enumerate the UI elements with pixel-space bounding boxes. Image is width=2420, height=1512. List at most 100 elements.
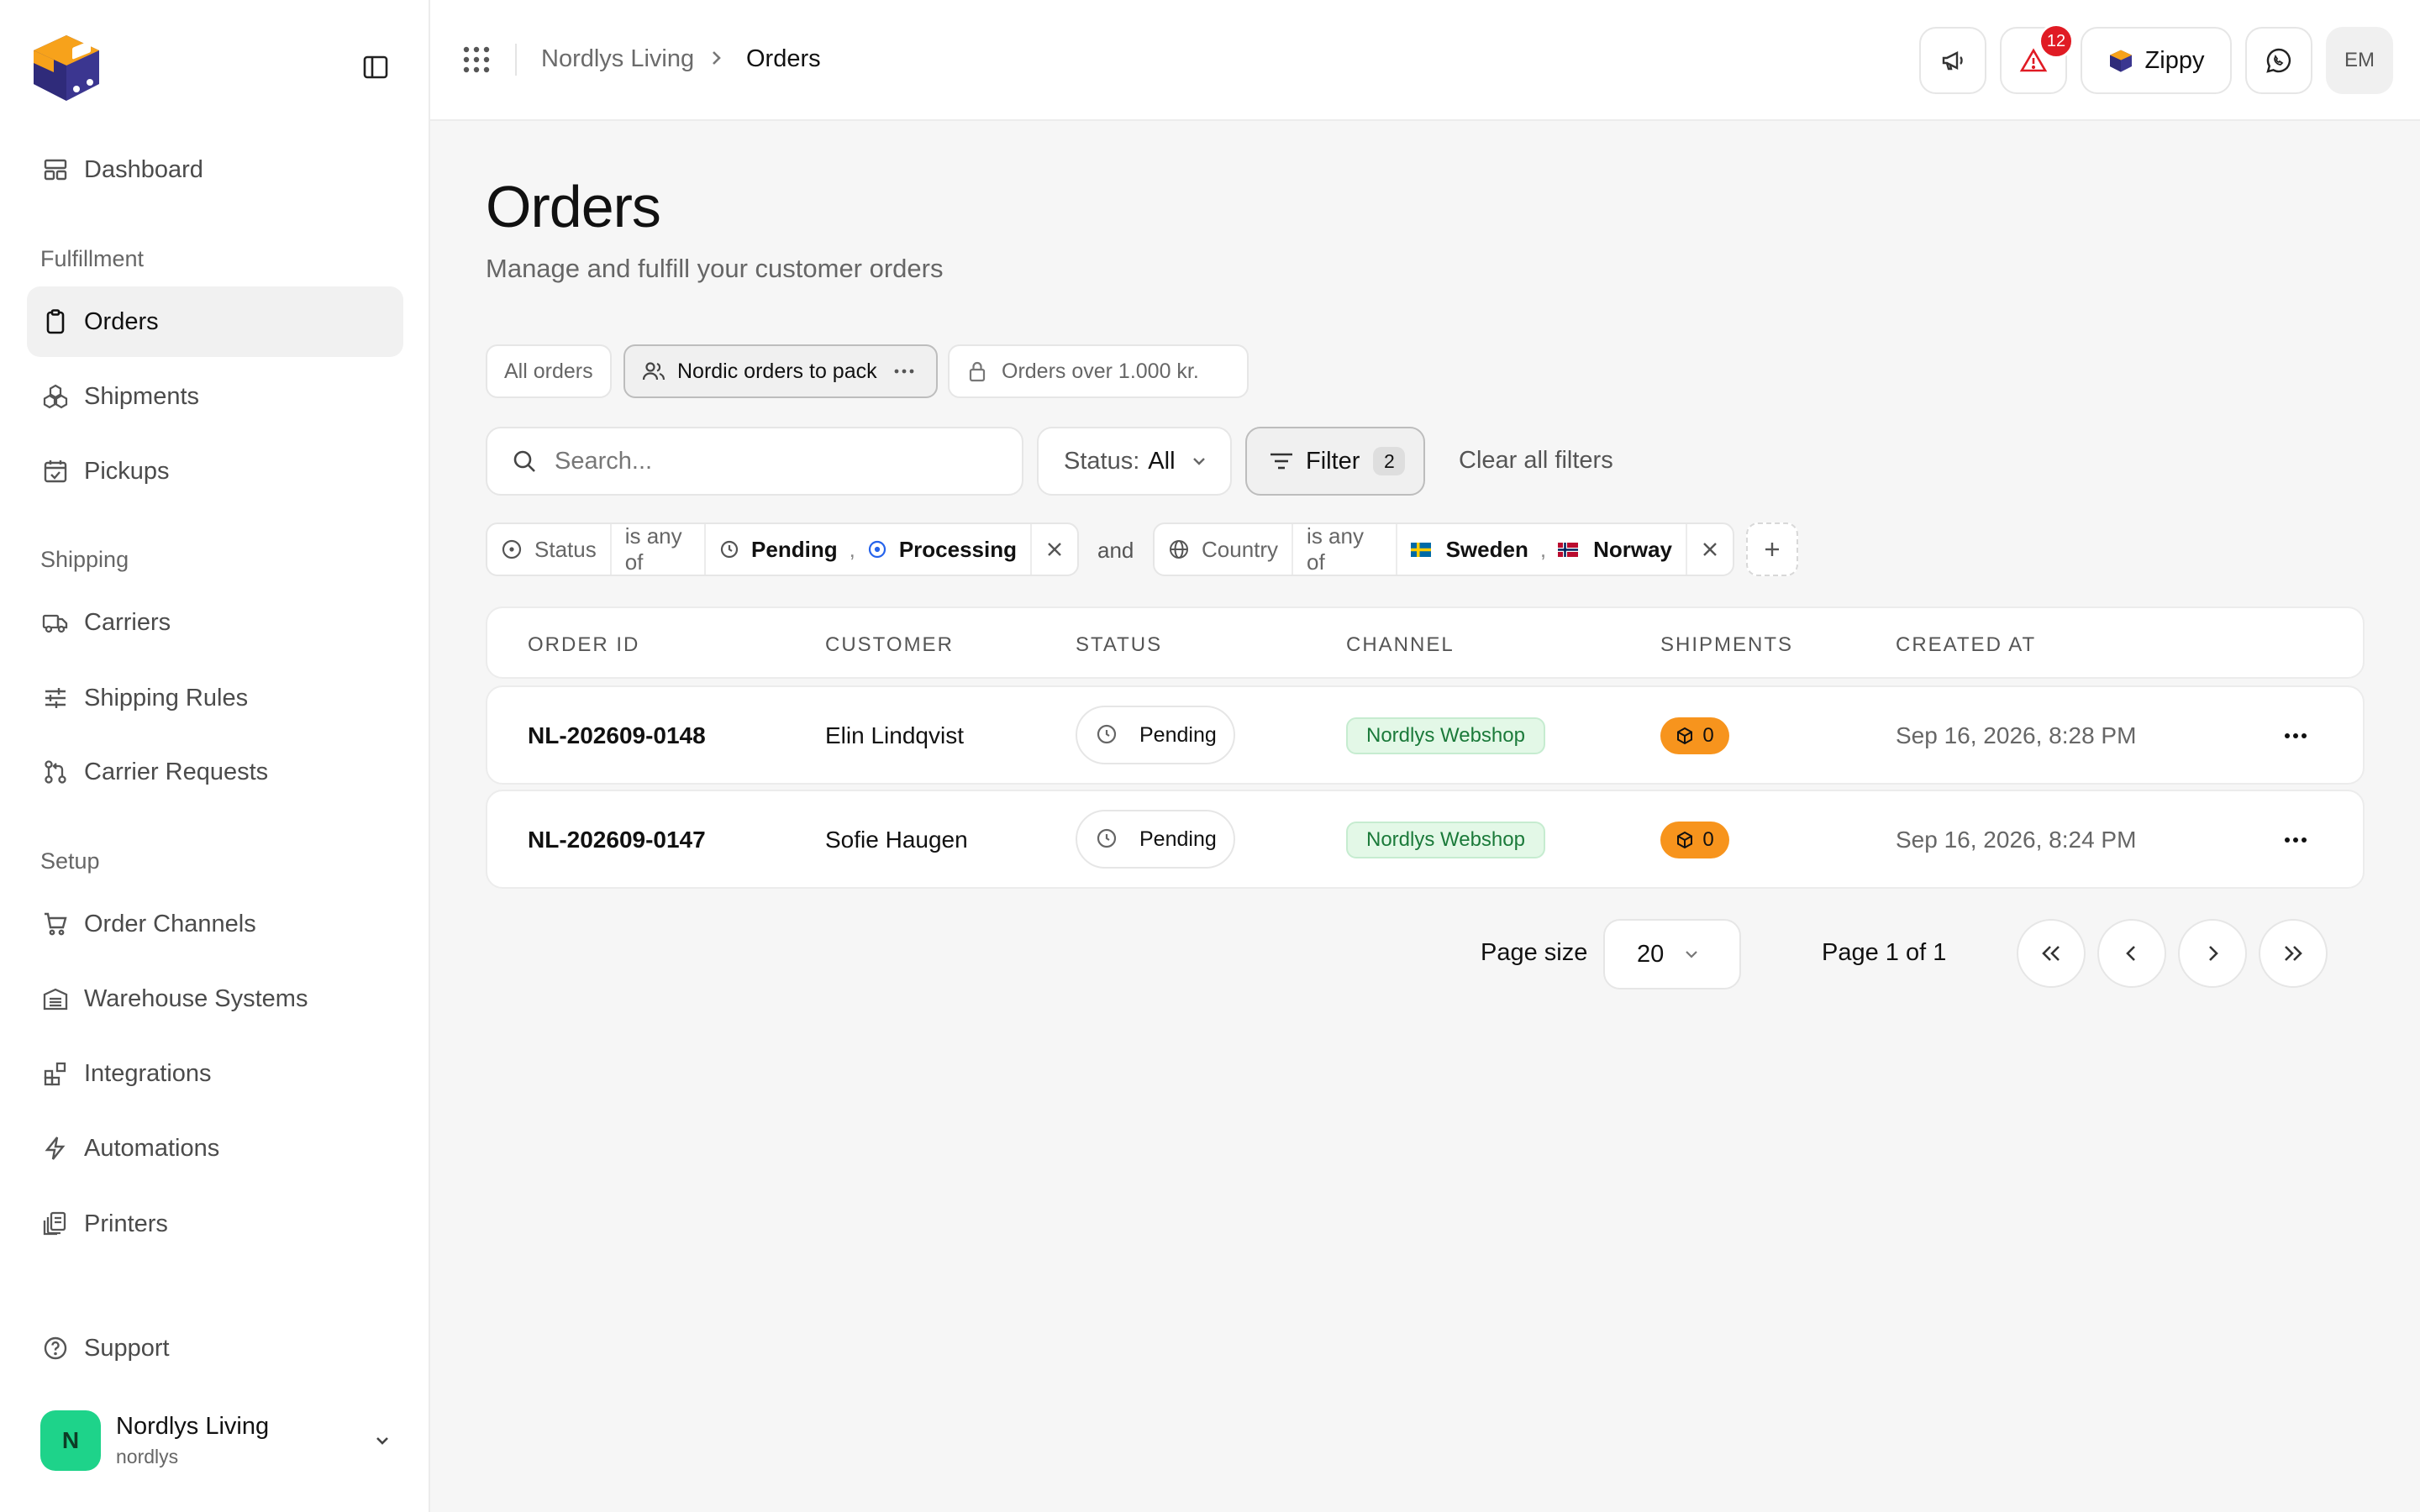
brand-logo-icon[interactable] bbox=[29, 29, 104, 104]
filter-button[interactable]: Filter 2 bbox=[1245, 427, 1425, 496]
remove-filter-button[interactable] bbox=[1687, 524, 1733, 575]
filter-chip-status: Status is any of Pending , Processing bbox=[486, 522, 1079, 576]
sidebar-item-dashboard[interactable]: Dashboard bbox=[27, 134, 403, 205]
customer-name: Sofie Haugen bbox=[825, 827, 968, 853]
user-avatar[interactable]: EM bbox=[2326, 27, 2393, 94]
sidebar-item-pickups[interactable]: Pickups bbox=[27, 436, 403, 507]
table-row[interactable]: NL-202609-0148 Elin Lindqvist Pending No… bbox=[486, 685, 2365, 785]
sidebar-item-warehouse-systems[interactable]: Warehouse Systems bbox=[27, 963, 403, 1034]
zippy-assistant-button[interactable]: Zippy bbox=[2081, 27, 2232, 94]
tab-orders-over-1000[interactable]: Orders over 1.000 kr. bbox=[948, 344, 1249, 398]
column-header-channel[interactable]: CHANNEL bbox=[1346, 633, 1455, 657]
tab-label: Orders over 1.000 kr. bbox=[1002, 359, 1199, 383]
printer-stack-icon bbox=[42, 1210, 69, 1237]
remove-filter-button[interactable] bbox=[1032, 524, 1077, 575]
table-row[interactable]: NL-202609-0147 Sofie Haugen Pending Nord… bbox=[486, 790, 2365, 889]
alerts-button[interactable]: 12 bbox=[2000, 24, 2074, 94]
section-label-setup: Setup bbox=[40, 848, 100, 874]
last-page-button[interactable] bbox=[2259, 919, 2328, 988]
search-field[interactable] bbox=[486, 427, 1023, 496]
add-filter-button[interactable] bbox=[1746, 522, 1798, 576]
chat-button[interactable] bbox=[2245, 27, 2312, 94]
more-horizontal-icon[interactable] bbox=[894, 368, 914, 375]
sidebar-item-printers[interactable]: Printers bbox=[27, 1189, 403, 1259]
status-badge: Pending bbox=[1076, 706, 1235, 764]
org-switcher[interactable]: N Nordlys Living nordlys bbox=[40, 1410, 393, 1472]
filter-field[interactable]: Status bbox=[487, 524, 612, 575]
filter-values[interactable]: Pending , Processing bbox=[706, 524, 1032, 575]
channel-badge: Nordlys Webshop bbox=[1346, 717, 1545, 754]
order-id[interactable]: NL-202609-0148 bbox=[528, 722, 706, 749]
clipboard-icon bbox=[42, 308, 69, 335]
globe-icon bbox=[1168, 538, 1190, 560]
sidebar-item-order-channels[interactable]: Order Channels bbox=[27, 889, 403, 959]
page-title: Orders bbox=[486, 174, 661, 239]
shipments-badge: 0 bbox=[1660, 717, 1729, 754]
sidebar-item-automations[interactable]: Automations bbox=[27, 1113, 403, 1184]
sidebar-toggle-icon[interactable] bbox=[356, 50, 395, 84]
chevron-down-icon bbox=[1189, 451, 1209, 471]
shopping-cart-icon bbox=[42, 911, 69, 937]
tab-nordic-orders-to-pack[interactable]: Nordic orders to pack bbox=[623, 344, 938, 398]
sidebar-item-label: Support bbox=[84, 1334, 170, 1362]
search-input[interactable] bbox=[555, 447, 992, 475]
status-dropdown-label: Status: bbox=[1064, 447, 1140, 475]
chevron-down-icon bbox=[1664, 945, 1701, 963]
sidebar-item-shipments[interactable]: Shipments bbox=[27, 361, 403, 432]
order-id[interactable]: NL-202609-0147 bbox=[528, 827, 706, 853]
sidebar-item-shipping-rules[interactable]: Shipping Rules bbox=[27, 663, 403, 733]
row-actions-button[interactable] bbox=[2277, 719, 2314, 753]
column-header-created-at[interactable]: CREATED AT bbox=[1896, 633, 2036, 657]
filter-operator[interactable]: is any of bbox=[612, 523, 707, 575]
sweden-flag-icon bbox=[1410, 542, 1431, 557]
previous-page-button[interactable] bbox=[2097, 919, 2166, 988]
page-info: Page 1 of 1 bbox=[1822, 939, 1947, 966]
next-page-button[interactable] bbox=[2178, 919, 2247, 988]
lightning-icon bbox=[42, 1135, 69, 1162]
sidebar-item-carriers[interactable]: Carriers bbox=[27, 587, 403, 658]
chevron-down-icon bbox=[371, 1430, 393, 1452]
tab-all-orders[interactable]: All orders bbox=[486, 344, 612, 398]
dashboard-icon bbox=[42, 156, 69, 183]
sliders-icon bbox=[42, 685, 69, 711]
apps-grid-icon[interactable] bbox=[459, 42, 494, 77]
org-avatar: N bbox=[40, 1410, 101, 1471]
column-header-shipments[interactable]: SHIPMENTS bbox=[1660, 633, 1793, 657]
page-size-select[interactable]: 20 bbox=[1603, 919, 1741, 990]
sidebar-item-support[interactable]: Support bbox=[27, 1313, 403, 1383]
close-icon bbox=[1045, 540, 1064, 559]
filter-lines-icon bbox=[1269, 450, 1294, 472]
status-label: Pending bbox=[1139, 722, 1217, 747]
sidebar-item-integrations[interactable]: Integrations bbox=[27, 1038, 403, 1109]
search-icon bbox=[511, 448, 538, 475]
column-header-order-id[interactable]: ORDER ID bbox=[528, 633, 639, 657]
filter-values[interactable]: Sweden , Norway bbox=[1397, 524, 1687, 575]
section-label-fulfillment: Fulfillment bbox=[40, 246, 145, 271]
status-dropdown-value: All bbox=[1148, 447, 1176, 475]
sidebar-item-orders[interactable]: Orders bbox=[27, 286, 403, 357]
column-header-status[interactable]: STATUS bbox=[1076, 633, 1162, 657]
calendar-check-icon bbox=[42, 458, 69, 485]
lock-icon bbox=[966, 360, 990, 383]
announcements-button[interactable] bbox=[1919, 27, 1986, 94]
sidebar-item-label: Carriers bbox=[84, 608, 171, 636]
breadcrumb-home[interactable]: Nordlys Living bbox=[541, 45, 694, 73]
clock-icon bbox=[719, 539, 739, 559]
filter-chip-country: Country is any of Sweden , Norway bbox=[1153, 522, 1734, 576]
filter-joiner: and bbox=[1097, 538, 1134, 563]
first-page-button[interactable] bbox=[2017, 919, 2086, 988]
sidebar-item-label: Automations bbox=[84, 1134, 220, 1162]
filter-operator[interactable]: is any of bbox=[1293, 523, 1397, 575]
column-header-customer[interactable]: CUSTOMER bbox=[825, 633, 954, 657]
filter-field[interactable]: Country bbox=[1155, 524, 1294, 575]
sidebar-item-carrier-requests[interactable]: Carrier Requests bbox=[27, 737, 403, 807]
users-icon bbox=[642, 360, 666, 383]
status-dropdown[interactable]: Status: All bbox=[1037, 427, 1232, 496]
value-separator: , bbox=[849, 536, 855, 562]
page-subtitle: Manage and fulfill your customer orders bbox=[486, 254, 944, 283]
breadcrumb-current: Orders bbox=[746, 45, 821, 72]
status-label: Pending bbox=[1139, 827, 1217, 851]
shipments-count: 0 bbox=[1702, 828, 1714, 851]
row-actions-button[interactable] bbox=[2277, 823, 2314, 857]
clear-all-filters-button[interactable]: Clear all filters bbox=[1459, 447, 1613, 475]
